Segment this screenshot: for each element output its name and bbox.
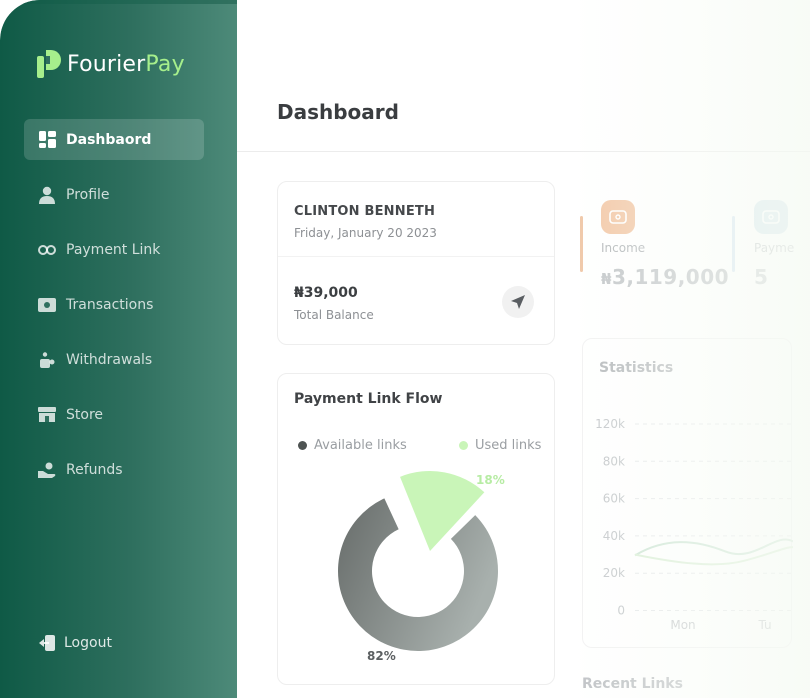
sidebar-item-label: Store — [66, 406, 104, 423]
income-label: Income — [601, 241, 646, 255]
income-amount: 3,119,000 — [611, 265, 730, 289]
y-tick-label: 20k — [603, 566, 625, 580]
refund-icon — [38, 461, 56, 479]
payment-link-flow-card: Payment Link Flow Available links Used l… — [277, 373, 555, 685]
app-name: FourierPay — [67, 52, 185, 77]
donut-slice-available — [338, 498, 498, 651]
income-currency: ₦ — [601, 270, 612, 288]
income-wallet-icon — [601, 200, 635, 234]
y-tick-label: 80k — [603, 454, 625, 468]
logout-button[interactable]: Logout — [38, 634, 112, 652]
recent-links-title: Recent Links — [582, 676, 683, 692]
user-icon — [38, 186, 56, 204]
income-accent-bar — [580, 216, 583, 272]
payments-label: Payme — [754, 241, 795, 255]
card-divider — [278, 256, 554, 257]
payment-link-donut-chart — [338, 471, 498, 651]
y-tick-label: 0 — [617, 604, 625, 618]
payments-wallet-icon — [754, 200, 788, 234]
sidebar-item-label: Transactions — [66, 296, 154, 313]
sidebar-item-label: Withdrawals — [66, 351, 153, 368]
store-icon — [38, 406, 56, 424]
payments-value: 5 — [754, 265, 768, 289]
sidebar-item-profile[interactable]: Profile — [24, 174, 204, 215]
withdraw-icon — [38, 351, 56, 369]
cash-icon — [38, 296, 56, 314]
income-value: ₦3,119,000 — [601, 265, 729, 289]
fourierpay-logo-icon — [37, 50, 61, 78]
current-date: Friday, January 20 2023 — [294, 226, 437, 240]
logout-icon — [38, 634, 56, 652]
logout-label: Logout — [64, 635, 112, 651]
header-divider — [237, 151, 810, 152]
sidebar-item-withdrawals[interactable]: Withdrawals — [24, 339, 204, 380]
used-percent-label: 18% — [476, 473, 505, 487]
main-content: Dashboard CLINTON BENNETH Friday, Januar… — [237, 0, 810, 698]
app-window: FourierPay Dashbaord Profile Payment Lin… — [0, 0, 810, 698]
payments-card: Payme 5 — [732, 181, 810, 303]
sidebar-item-dashboard[interactable]: Dashbaord — [24, 119, 204, 160]
sidebar-nav: Dashbaord Profile Payment Link Transacti… — [24, 119, 204, 504]
sidebar: FourierPay Dashbaord Profile Payment Lin… — [0, 0, 237, 698]
user-name: CLINTON BENNETH — [294, 204, 436, 219]
total-balance-label: Total Balance — [294, 308, 374, 322]
app-name-accent: Pay — [145, 51, 185, 77]
statistics-card: Statistics 120k 80k 60k 40k 20k 0 Mon Tu — [582, 338, 793, 648]
statistics-series-line — [634, 546, 793, 566]
grid-icon — [38, 131, 56, 149]
payments-accent-bar — [732, 216, 735, 272]
statistics-line-chart: 120k 80k 60k 40k 20k 0 Mon Tu — [595, 417, 793, 632]
y-tick-label: 40k — [603, 529, 625, 543]
sidebar-item-payment-link[interactable]: Payment Link — [24, 229, 204, 270]
sidebar-item-store[interactable]: Store — [24, 394, 204, 435]
link-icon — [38, 241, 56, 259]
sidebar-item-label: Profile — [66, 186, 110, 203]
y-tick-label: 60k — [603, 492, 625, 506]
balance-card: CLINTON BENNETH Friday, January 20 2023 … — [277, 181, 555, 345]
sidebar-item-label: Dashbaord — [66, 131, 152, 148]
y-tick-label: 120k — [595, 417, 625, 431]
income-card: Income ₦3,119,000 — [580, 181, 730, 303]
x-tick-label: Mon — [670, 618, 695, 632]
sidebar-item-label: Refunds — [66, 461, 123, 478]
sidebar-item-transactions[interactable]: Transactions — [24, 284, 204, 325]
x-tick-label: Tu — [757, 618, 771, 632]
sidebar-item-refunds[interactable]: Refunds — [24, 449, 204, 490]
app-name-prefix: Fourier — [67, 51, 146, 77]
total-balance-value: ₦39,000 — [294, 285, 358, 301]
page-title: Dashboard — [277, 100, 399, 124]
send-icon — [511, 295, 525, 309]
send-button[interactable] — [502, 286, 534, 318]
logo: FourierPay — [37, 50, 185, 78]
available-percent-label: 82% — [367, 649, 396, 663]
sidebar-item-label: Payment Link — [66, 241, 161, 258]
